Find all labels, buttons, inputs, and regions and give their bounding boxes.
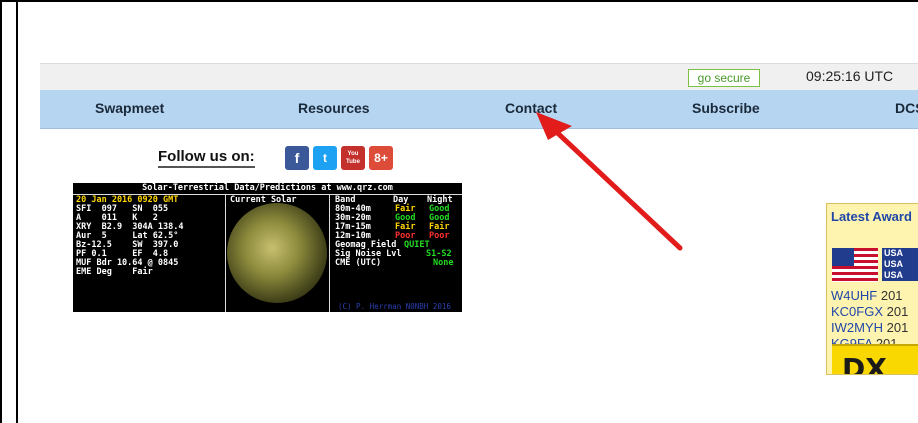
- red-arrow-annotation: [536, 112, 683, 251]
